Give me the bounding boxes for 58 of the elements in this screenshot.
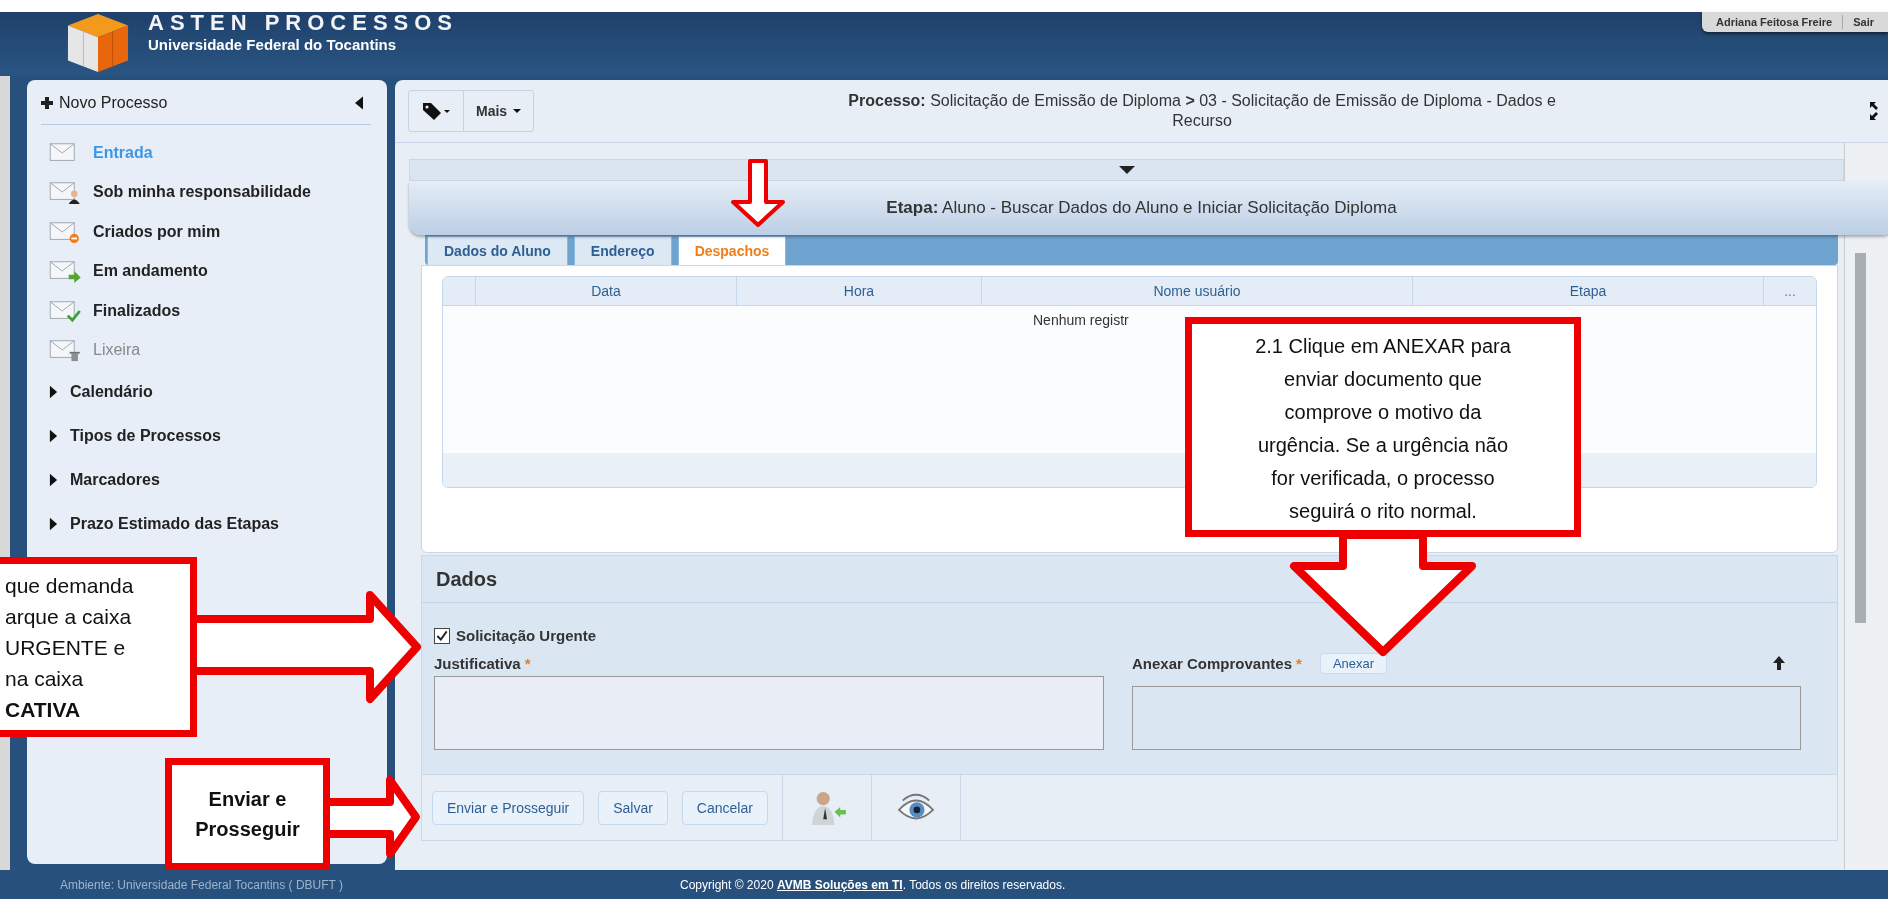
action-button[interactable]: Salvar bbox=[598, 790, 668, 825]
collapse-icon[interactable] bbox=[355, 95, 363, 111]
action-button[interactable]: Enviar e Prosseguir bbox=[432, 790, 585, 825]
university-name: Universidade Federal do Tocantins bbox=[148, 36, 398, 53]
callout-text: Enviar e Prosseguir bbox=[195, 787, 300, 842]
sidebar-group[interactable]: Calendário bbox=[41, 370, 371, 414]
scrollbar[interactable] bbox=[1844, 143, 1888, 870]
required-mark: * bbox=[524, 654, 531, 672]
user-name[interactable]: Adriana Feitosa Freire bbox=[1716, 16, 1833, 28]
envelope-badge-icon bbox=[49, 219, 81, 244]
callout-text: 2.1 Clique em ANEXAR para enviar documento que comprove o motivo da urgência. Se a urgência não for verificada, o processo seguirá o rito normal. bbox=[1255, 334, 1511, 524]
sidebar-group[interactable]: Prazo Estimado das Etapas bbox=[41, 502, 371, 546]
new-process-button[interactable]: Novo Processo bbox=[41, 94, 168, 112]
caret-right-icon bbox=[49, 517, 58, 531]
folder-item[interactable]: Em andamento bbox=[41, 251, 371, 291]
app-title: ASTEN PROCESSOS bbox=[148, 12, 459, 34]
column-header[interactable]: ... bbox=[1764, 277, 1816, 305]
tab[interactable]: Dados do Aluno bbox=[427, 236, 568, 265]
logout-link[interactable]: Sair bbox=[1853, 16, 1874, 28]
sidebar-group[interactable]: Marcadores bbox=[41, 458, 371, 502]
callout-text: que demanda arque a caixa URGENTE e na caixa CATIVA bbox=[5, 572, 134, 723]
column-header[interactable]: Nome usuário bbox=[982, 277, 1413, 305]
tag-icon bbox=[421, 102, 451, 120]
action-button[interactable]: Cancelar bbox=[681, 790, 768, 825]
copyright-text: Copyright © 2020 AVMB Soluções em TI. Todos os direitos reservados. bbox=[680, 877, 1066, 892]
field-label: Justificativa bbox=[434, 654, 521, 672]
environment-text: Ambiente: Universidade Federal Tocantins ( DBUFT ) bbox=[60, 877, 344, 892]
caret-down-icon bbox=[1118, 166, 1135, 174]
column-header[interactable]: Data bbox=[476, 277, 737, 305]
plus-icon bbox=[41, 97, 53, 109]
empty-message: Nenhum registr bbox=[1033, 312, 1129, 328]
envelope-trash-icon bbox=[49, 338, 81, 363]
tab[interactable]: Endereço bbox=[573, 236, 672, 265]
callout-arrow bbox=[728, 158, 788, 228]
field-label: Anexar Comprovantes bbox=[1132, 654, 1293, 672]
folder-item[interactable]: Finalizados bbox=[41, 291, 371, 331]
arrow-up-icon[interactable] bbox=[1773, 656, 1785, 670]
caret-down-icon bbox=[513, 109, 522, 113]
envelope-arrow-icon bbox=[49, 259, 81, 284]
process-breadcrumb: Processo: Solicitação de Emissão de Diploma > 03 - Solicitação de Emissão de Diploma - Dados e Recurso bbox=[847, 91, 1557, 131]
caret-right-icon bbox=[49, 385, 58, 399]
urgent-checkbox[interactable]: Solicitação Urgente bbox=[434, 627, 1807, 644]
folder-item[interactable]: Criados por mim bbox=[41, 212, 371, 252]
column-header[interactable]: Etapa bbox=[1413, 277, 1764, 305]
justification-field[interactable] bbox=[434, 676, 1104, 750]
envelope-person-icon bbox=[49, 180, 81, 205]
envelope-check-icon bbox=[49, 298, 81, 323]
checkbox[interactable] bbox=[434, 627, 450, 644]
folder-item[interactable]: Sob minha responsabilidade bbox=[41, 172, 371, 212]
sidebar-group[interactable]: Tipos de Processos bbox=[41, 414, 371, 458]
caret-right-icon bbox=[49, 473, 58, 487]
section-title: Dados bbox=[436, 567, 498, 591]
attach-button[interactable]: Anexar bbox=[1319, 652, 1388, 674]
stage-title: Etapa: Aluno - Buscar Dados do Aluno e Iniciar Solicitação Diploma bbox=[886, 198, 1397, 218]
required-mark: * bbox=[1296, 654, 1302, 672]
column-header[interactable]: Hora bbox=[737, 277, 982, 305]
caret-right-icon bbox=[49, 429, 58, 443]
company-link[interactable]: AVMB Soluções em TI bbox=[776, 877, 903, 892]
